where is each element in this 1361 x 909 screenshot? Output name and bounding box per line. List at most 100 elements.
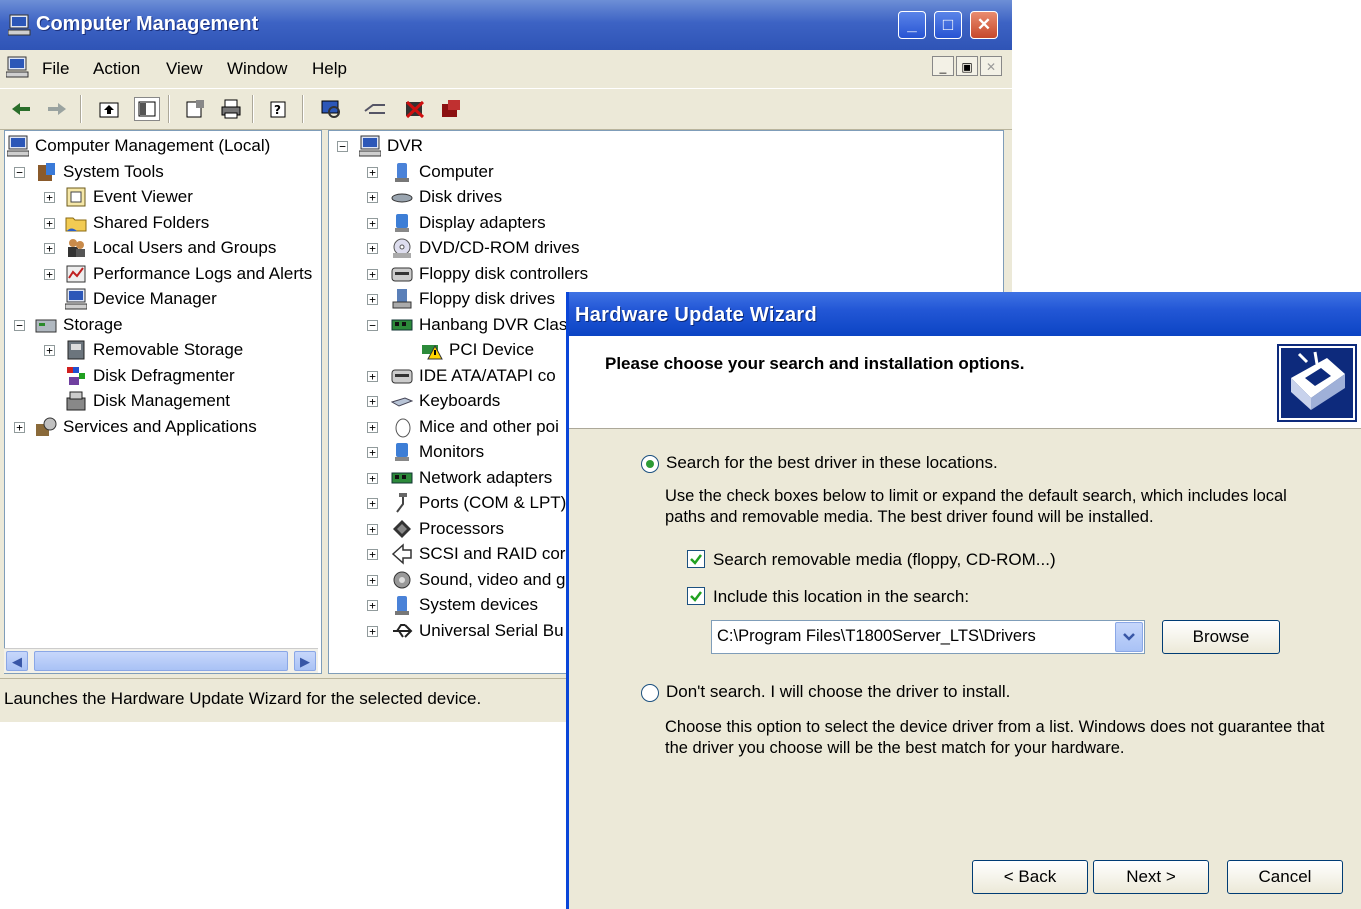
radio-manual-label[interactable]: Don't search. I will choose the driver t… (666, 682, 1010, 702)
expand-toggle[interactable]: + (14, 422, 25, 433)
uninstall-device-icon[interactable] (438, 97, 464, 121)
menu-help[interactable]: Help (312, 59, 347, 79)
expand-toggle[interactable]: + (367, 575, 378, 586)
up-folder-icon[interactable] (96, 97, 122, 121)
close-button[interactable]: ✕ (970, 11, 998, 39)
device-node-monitors[interactable]: Monitors (391, 440, 484, 464)
browse-button[interactable]: Browse (1162, 620, 1280, 654)
tree-horizontal-scrollbar[interactable]: ◀ ▶ (4, 648, 318, 673)
expand-toggle[interactable]: + (367, 396, 378, 407)
checkbox-include-location-label[interactable]: Include this location in the search: (713, 587, 969, 607)
checkbox-removable-media-label[interactable]: Search removable media (floppy, CD-ROM..… (713, 550, 1056, 570)
mdi-close-button[interactable]: ✕ (980, 56, 1002, 76)
radio-manual[interactable] (641, 684, 659, 702)
device-node-system-devices[interactable]: System devices (391, 593, 538, 617)
expand-toggle[interactable]: + (44, 192, 55, 203)
expand-toggle[interactable]: + (44, 243, 55, 254)
wizard-title-bar[interactable]: Hardware Update Wizard (569, 292, 1361, 336)
menu-action[interactable]: Action (93, 59, 140, 79)
device-node-ide[interactable]: IDE ATA/ATAPI co (391, 364, 556, 388)
collapse-toggle[interactable]: − (337, 141, 348, 152)
cancel-button[interactable]: Cancel (1227, 860, 1343, 894)
minimize-button[interactable]: _ (898, 11, 926, 39)
mmc-icon[interactable] (5, 56, 30, 83)
expand-toggle[interactable]: + (367, 626, 378, 637)
device-node-scsi[interactable]: SCSI and RAID cor (391, 542, 565, 566)
scan-hardware-icon[interactable] (318, 97, 344, 121)
expand-toggle[interactable]: + (367, 524, 378, 535)
menu-file[interactable]: File (42, 59, 69, 79)
radio-search-label[interactable]: Search for the best driver in these loca… (666, 453, 998, 473)
mdi-minimize-button[interactable]: _ (932, 56, 954, 76)
dropdown-arrow-icon[interactable] (1115, 622, 1143, 652)
expand-toggle[interactable]: + (44, 269, 55, 280)
device-node-processors[interactable]: Processors (391, 517, 504, 541)
help-icon[interactable]: ? (266, 97, 292, 121)
expand-toggle[interactable]: + (367, 422, 378, 433)
properties-icon[interactable] (182, 97, 208, 121)
update-driver-icon[interactable] (362, 97, 388, 121)
scroll-thumb[interactable] (34, 651, 288, 671)
tree-node-event-viewer[interactable]: Event Viewer (65, 185, 193, 209)
tree-node-removable-storage[interactable]: Removable Storage (65, 338, 243, 362)
back-button[interactable]: < Back (972, 860, 1088, 894)
checkbox-include-location[interactable] (687, 587, 705, 605)
device-node-computer[interactable]: Computer (391, 160, 494, 184)
device-node-dvr[interactable]: DVR (358, 134, 423, 158)
device-node-disk-drives[interactable]: Disk drives (391, 185, 502, 209)
menu-window[interactable]: Window (227, 59, 287, 79)
device-node-mice[interactable]: Mice and other poi (391, 415, 559, 439)
expand-toggle[interactable]: + (367, 294, 378, 305)
checkbox-removable-media[interactable] (687, 550, 705, 568)
radio-search[interactable] (641, 455, 659, 473)
device-node-floppy-controllers[interactable]: Floppy disk controllers (391, 262, 588, 286)
tree-node-shared-folders[interactable]: Shared Folders (65, 211, 209, 235)
tree-node-local-users[interactable]: Local Users and Groups (65, 236, 276, 260)
expand-toggle[interactable]: + (44, 218, 55, 229)
tree-node-system-tools[interactable]: System Tools (35, 160, 164, 184)
scroll-left-icon[interactable]: ◀ (6, 651, 28, 671)
device-node-ports[interactable]: Ports (COM & LPT) (391, 491, 566, 515)
expand-toggle[interactable]: + (367, 218, 378, 229)
tree-node-services[interactable]: Services and Applications (35, 415, 257, 439)
maximize-button[interactable]: □ (934, 11, 962, 39)
expand-toggle[interactable]: + (367, 549, 378, 560)
title-bar[interactable]: Computer Management _ □ ✕ (0, 0, 1012, 50)
expand-toggle[interactable]: + (367, 167, 378, 178)
device-node-sound[interactable]: Sound, video and g (391, 568, 566, 592)
next-button[interactable]: Next > (1093, 860, 1209, 894)
expand-toggle[interactable]: + (367, 269, 378, 280)
tree-node-storage[interactable]: Storage (35, 313, 123, 337)
device-node-pci-device[interactable]: PCI Device (421, 338, 534, 362)
show-hide-tree-icon[interactable] (134, 97, 160, 121)
expand-toggle[interactable]: + (367, 243, 378, 254)
location-value[interactable]: C:\Program Files\T1800Server_LTS\Drivers (717, 627, 1036, 646)
tree-node-root[interactable]: Computer Management (Local) (6, 134, 270, 158)
device-node-dvd-cdrom[interactable]: DVD/CD-ROM drives (391, 236, 580, 260)
scroll-right-icon[interactable]: ▶ (294, 651, 316, 671)
collapse-toggle[interactable]: − (14, 167, 25, 178)
location-combobox[interactable]: C:\Program Files\T1800Server_LTS\Drivers (711, 620, 1145, 654)
tree-node-disk-management[interactable]: Disk Management (65, 389, 230, 413)
tree-node-performance-logs[interactable]: Performance Logs and Alerts (65, 262, 312, 286)
device-node-keyboards[interactable]: Keyboards (390, 389, 500, 413)
expand-toggle[interactable]: + (367, 447, 378, 458)
device-node-display-adapters[interactable]: Display adapters (391, 211, 546, 235)
collapse-toggle[interactable]: − (367, 320, 378, 331)
device-node-hanbang-dvr[interactable]: Hanbang DVR Clas (391, 313, 567, 337)
tree-node-disk-defragmenter[interactable]: Disk Defragmenter (65, 364, 235, 388)
back-arrow-icon[interactable] (8, 97, 34, 121)
expand-toggle[interactable]: + (367, 473, 378, 484)
disable-device-icon[interactable] (402, 97, 428, 121)
mdi-restore-button[interactable]: ▣ (956, 56, 978, 76)
expand-toggle[interactable]: + (367, 192, 378, 203)
print-icon[interactable] (218, 97, 244, 121)
expand-toggle[interactable]: + (44, 345, 55, 356)
expand-toggle[interactable]: + (367, 600, 378, 611)
menu-view[interactable]: View (166, 59, 203, 79)
device-node-usb[interactable]: Universal Serial Bu (391, 619, 564, 643)
device-node-network[interactable]: Network adapters (391, 466, 552, 490)
console-tree-pane[interactable]: Computer Management (Local) − System Too… (4, 130, 322, 674)
device-node-floppy-drives[interactable]: Floppy disk drives (391, 287, 555, 311)
expand-toggle[interactable]: + (367, 371, 378, 382)
